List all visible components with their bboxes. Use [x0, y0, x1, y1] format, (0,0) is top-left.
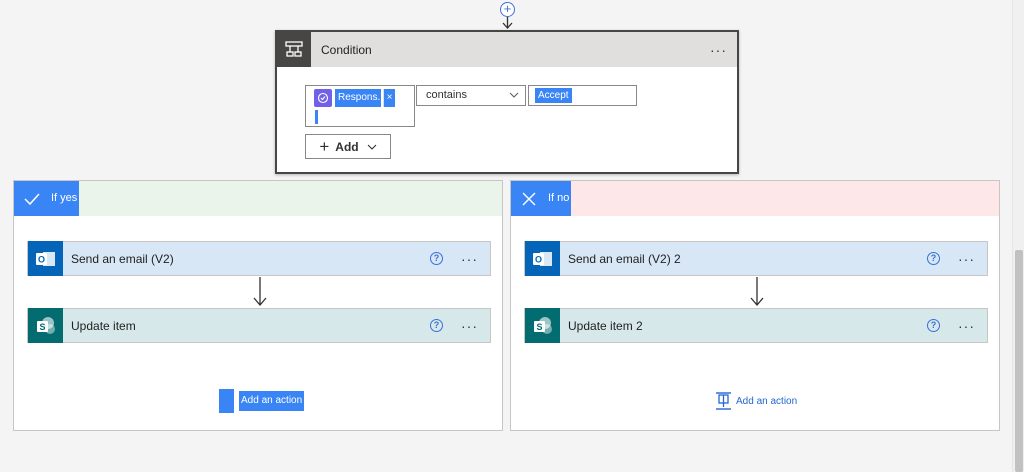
svg-text:S: S [536, 322, 542, 332]
vertical-scrollbar[interactable] [1012, 0, 1024, 472]
if-no-branch: If no O Send an email (V2) 2 ? ··· S Upd… [510, 180, 1000, 431]
add-action-label: Add an action [239, 391, 305, 411]
text-cursor [315, 110, 318, 124]
chevron-down-icon [367, 144, 377, 150]
action-title: Update item 2 [568, 318, 643, 333]
add-an-action-button[interactable]: Add an action [715, 389, 797, 413]
svg-text:O: O [534, 254, 541, 264]
action-title: Send an email (V2) 2 [568, 251, 681, 266]
if-yes-header[interactable]: If yes [14, 181, 502, 216]
outlook-icon: O [28, 241, 63, 276]
remove-token-icon[interactable]: × [383, 89, 395, 107]
if-yes-label: If yes [49, 181, 80, 216]
condition-more-icon[interactable]: ··· [710, 42, 727, 58]
flow-arrow-icon [502, 17, 513, 29]
scrollbar-thumb[interactable] [1015, 250, 1023, 472]
condition-value: Accept [535, 88, 572, 103]
more-options-icon[interactable]: ··· [958, 251, 975, 267]
x-icon [511, 181, 546, 216]
condition-icon [277, 32, 311, 67]
svg-text:O: O [37, 254, 44, 264]
add-row-button[interactable]: + Add [305, 134, 391, 159]
condition-title: Condition [321, 42, 372, 57]
send-email-action[interactable]: O Send an email (V2) ? ··· [27, 241, 491, 276]
update-item-action[interactable]: S Update item 2 ? ··· [524, 308, 988, 343]
outlook-icon: O [525, 241, 560, 276]
sharepoint-icon: S [28, 308, 63, 343]
flow-arrow-icon [253, 277, 267, 306]
more-options-icon[interactable]: ··· [461, 251, 478, 267]
update-item-action[interactable]: S Update item ? ··· [27, 308, 491, 343]
condition-header[interactable]: Condition ··· [277, 32, 737, 67]
condition-card[interactable]: Condition ··· Respons... × contains Acce… [275, 30, 739, 174]
condition-left-operand[interactable]: Respons... × [305, 85, 415, 127]
add-action-icon [219, 389, 234, 413]
token-label: Respons... [335, 89, 381, 107]
add-an-action-button[interactable]: Add an action [219, 389, 305, 413]
more-options-icon[interactable]: ··· [461, 318, 478, 334]
if-yes-branch: If yes O Send an email (V2) ? ··· S Upda… [13, 180, 503, 431]
action-title: Update item [71, 318, 136, 333]
chevron-down-icon [509, 92, 519, 98]
svg-text:S: S [39, 322, 45, 332]
help-icon[interactable]: ? [927, 319, 940, 332]
if-no-header[interactable]: If no [511, 181, 999, 216]
send-email-action[interactable]: O Send an email (V2) 2 ? ··· [524, 241, 988, 276]
condition-value-input[interactable]: Accept [528, 85, 637, 106]
help-icon[interactable]: ? [927, 252, 940, 265]
action-title: Send an email (V2) [71, 251, 174, 266]
add-button-label: Add [335, 139, 359, 154]
insert-step-plus-icon[interactable]: + [500, 2, 515, 17]
help-icon[interactable]: ? [430, 252, 443, 265]
sharepoint-icon: S [525, 308, 560, 343]
dynamic-content-token[interactable]: Respons... × [314, 89, 395, 107]
check-icon [14, 181, 49, 216]
forms-response-icon [314, 89, 332, 107]
if-no-label: If no [546, 181, 572, 216]
help-icon[interactable]: ? [430, 319, 443, 332]
add-action-label: Add an action [736, 395, 798, 407]
operator-value: contains [426, 89, 467, 101]
flow-arrow-icon [750, 277, 764, 306]
add-action-icon [716, 392, 731, 410]
more-options-icon[interactable]: ··· [958, 318, 975, 334]
operator-dropdown[interactable]: contains [416, 85, 526, 106]
plus-icon: + [319, 137, 330, 156]
